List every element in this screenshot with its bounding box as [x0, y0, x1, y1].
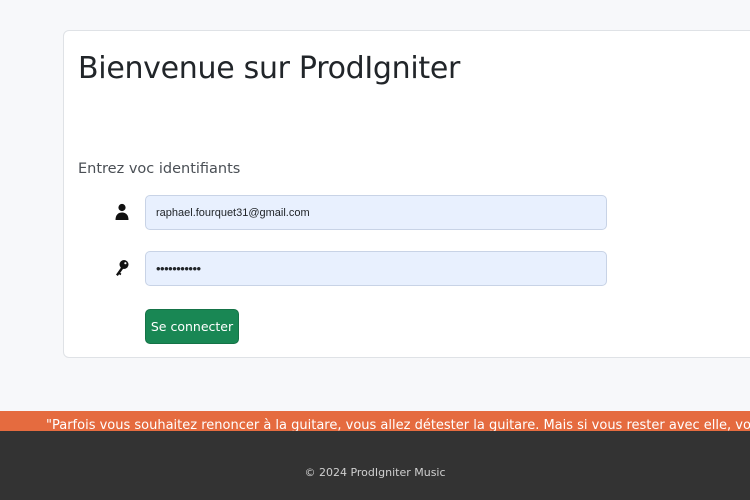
- email-row: [64, 195, 750, 231]
- password-row: [64, 251, 750, 287]
- form-subtitle: Entrez voc identifiants: [78, 161, 241, 177]
- login-card: Bienvenue sur ProdIgniter Entrez voc ide…: [63, 30, 750, 358]
- password-field[interactable]: [145, 251, 607, 286]
- page-title: Bienvenue sur ProdIgniter: [78, 51, 461, 86]
- email-field[interactable]: [145, 195, 607, 230]
- user-icon: [115, 203, 129, 220]
- footer-copyright: © 2024 ProdIgniter Music: [304, 466, 446, 479]
- login-button[interactable]: Se connecter: [145, 309, 239, 344]
- key-icon: [116, 260, 129, 276]
- footer: © 2024 ProdIgniter Music: [0, 431, 750, 500]
